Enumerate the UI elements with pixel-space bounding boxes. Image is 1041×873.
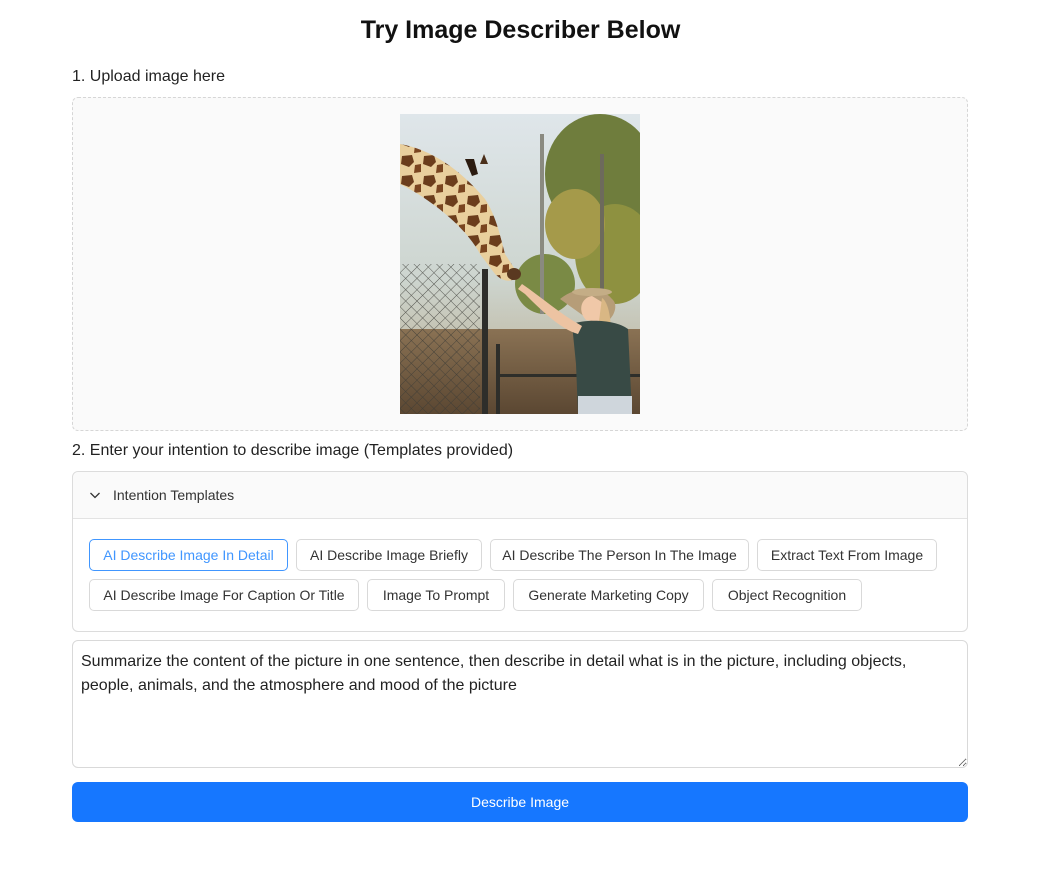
template-image-to-prompt[interactable]: Image To Prompt (367, 579, 505, 611)
upload-step-label: 1. Upload image here (72, 68, 225, 85)
chevron-down-icon (90, 492, 100, 499)
image-describer-page: Try Image Describer Below 1. Upload imag… (0, 0, 1041, 873)
template-extract-text[interactable]: Extract Text From Image (757, 539, 937, 571)
intention-prompt-textarea[interactable]: Summarize the content of the picture in … (72, 640, 968, 768)
uploaded-image-preview (400, 114, 640, 414)
template-ai-describe-briefly[interactable]: AI Describe Image Briefly (296, 539, 482, 571)
intention-templates-panel: Intention Templates AI Describe Image In… (72, 471, 968, 632)
template-object-recognition[interactable]: Object Recognition (712, 579, 862, 611)
template-ai-describe-in-detail[interactable]: AI Describe Image In Detail (89, 539, 288, 571)
intention-step-label: 2. Enter your intention to describe imag… (72, 442, 514, 459)
page-title: Try Image Describer Below (360, 16, 681, 44)
template-caption-or-title[interactable]: AI Describe Image For Caption Or Title (89, 579, 359, 611)
intention-templates-title: Intention Templates (113, 487, 235, 503)
template-ai-describe-person[interactable]: AI Describe The Person In The Image (490, 539, 749, 571)
describe-image-button[interactable]: Describe Image (72, 782, 968, 822)
intention-templates-header[interactable]: Intention Templates (73, 472, 967, 519)
template-marketing-copy[interactable]: Generate Marketing Copy (513, 579, 704, 611)
image-upload-dropzone[interactable] (72, 97, 968, 431)
